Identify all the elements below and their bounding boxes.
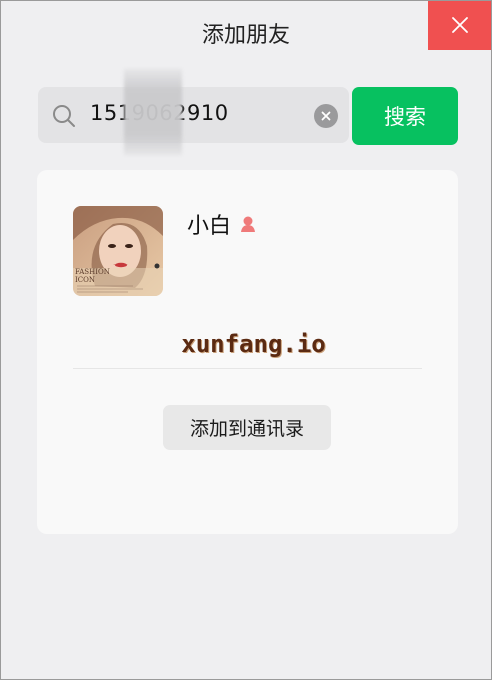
privacy-blur [124,69,182,155]
svg-text:ICON: ICON [75,276,95,284]
close-icon [452,17,468,33]
avatar[interactable]: FASHION ICON [73,206,163,296]
close-button[interactable] [428,0,492,50]
title-bar: 添加朋友 [0,0,492,68]
search-button[interactable]: 搜索 [352,87,458,145]
search-input[interactable]: 1519062910 [38,69,349,155]
clear-search-button[interactable] [314,104,338,128]
add-to-contacts-button[interactable]: 添加到通讯录 [163,405,331,450]
window-title: 添加朋友 [201,23,290,48]
clear-icon [321,111,331,121]
watermark: xunfang.io [181,330,326,358]
user-name-row: 小白 [187,208,257,240]
user-name: 小白 [187,214,232,239]
divider [73,368,422,369]
svg-text:FASHION: FASHION [75,268,110,276]
search-result-card: FASHION ICON 小白 xunfang.io 添加到通讯录 [37,170,458,534]
search-icon [53,105,75,127]
gender-female-icon [241,216,256,232]
